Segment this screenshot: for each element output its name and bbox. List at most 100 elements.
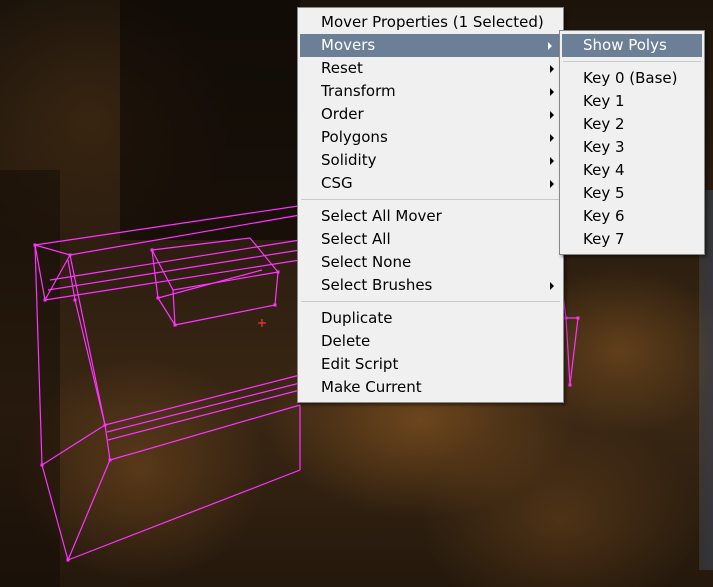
menu-item-label: Show Polys bbox=[583, 36, 667, 54]
menu-separator bbox=[563, 61, 701, 62]
menu-item-label: Mover Properties (1 Selected) bbox=[321, 13, 544, 31]
wireframe-edge bbox=[104, 424, 111, 461]
menu-item-label: Transform bbox=[321, 82, 396, 100]
wireframe-edge bbox=[172, 271, 279, 291]
menu-item-make-current[interactable]: Make Current bbox=[298, 376, 563, 399]
menu-item-duplicate[interactable]: Duplicate bbox=[298, 307, 563, 330]
menu-item-transform[interactable]: Transform bbox=[298, 80, 563, 103]
menu-item-polygons[interactable]: Polygons bbox=[298, 126, 563, 149]
menu-item-movers[interactable]: Movers bbox=[300, 34, 561, 57]
menu-item-csg[interactable]: CSG bbox=[298, 172, 563, 195]
menu-item-label: Select Brushes bbox=[321, 276, 433, 294]
submenu-arrow-icon bbox=[550, 134, 554, 142]
menu-item-label: Key 0 (Base) bbox=[583, 69, 678, 87]
wireframe-edge bbox=[47, 249, 301, 291]
menu-item-label: Polygons bbox=[321, 128, 388, 146]
wireframe-vertex bbox=[173, 323, 177, 327]
menu-item-label: Key 1 bbox=[583, 92, 625, 110]
wireframe-edge bbox=[172, 289, 176, 326]
context-menu: Mover Properties (1 Selected) Movers Rese… bbox=[297, 7, 564, 403]
wireframe-edge bbox=[151, 249, 174, 291]
wireframe-vertex bbox=[564, 316, 568, 320]
wireframe-edge bbox=[34, 244, 71, 256]
wireframe-vertex bbox=[273, 303, 277, 307]
menu-item-label: Make Current bbox=[321, 378, 422, 396]
menu-item-label: Select All bbox=[321, 230, 391, 248]
submenu-arrow-icon bbox=[550, 111, 554, 119]
menu-item-label: Reset bbox=[321, 59, 363, 77]
submenu-arrow-icon bbox=[550, 88, 554, 96]
wireframe-vertex bbox=[108, 458, 112, 462]
wireframe-edge bbox=[565, 317, 571, 386]
menu-item-order[interactable]: Order bbox=[298, 103, 563, 126]
menu-item-label: Key 5 bbox=[583, 184, 625, 202]
wireframe-edge bbox=[49, 239, 301, 281]
menu-item-select-all[interactable]: Select All bbox=[298, 228, 563, 251]
menu-item-label: Order bbox=[321, 105, 364, 123]
wireframe-edge bbox=[67, 469, 301, 561]
wireframe-edge bbox=[157, 297, 176, 326]
menu-item-delete[interactable]: Delete bbox=[298, 330, 563, 353]
submenu-arrow-icon bbox=[550, 282, 554, 290]
key-item-1[interactable]: Key 1 bbox=[560, 90, 704, 113]
wireframe-vertex bbox=[73, 298, 77, 302]
wireframe-edge bbox=[274, 271, 279, 306]
menu-item-edit-script[interactable]: Edit Script bbox=[298, 353, 563, 376]
wireframe-vertex bbox=[43, 298, 47, 302]
wireframe-edge bbox=[106, 382, 301, 433]
key-item-4[interactable]: Key 4 bbox=[560, 159, 704, 182]
wireframe-vertex bbox=[568, 383, 572, 387]
menu-separator bbox=[301, 199, 560, 200]
wireframe-edge bbox=[151, 237, 251, 251]
key-item-3[interactable]: Key 3 bbox=[560, 136, 704, 159]
mover-properties-item[interactable]: Mover Properties (1 Selected) bbox=[298, 11, 563, 34]
wireframe-edge bbox=[104, 374, 301, 426]
menu-item-label: Solidity bbox=[321, 151, 377, 169]
show-polys-item[interactable]: Show Polys bbox=[562, 34, 702, 57]
key-item-5[interactable]: Key 5 bbox=[560, 182, 704, 205]
wireframe-vertex bbox=[156, 296, 160, 300]
menu-item-label: Key 6 bbox=[583, 207, 625, 225]
key-item-2[interactable]: Key 2 bbox=[560, 113, 704, 136]
key-item-6[interactable]: Key 6 bbox=[560, 205, 704, 228]
menu-item-label: Key 3 bbox=[583, 138, 625, 156]
wireframe-edge bbox=[67, 259, 76, 301]
wireframe-vertex bbox=[68, 253, 72, 257]
menu-item-label: Key 7 bbox=[583, 230, 625, 248]
submenu-arrow-icon bbox=[550, 180, 554, 188]
menu-item-select-none[interactable]: Select None bbox=[298, 251, 563, 274]
wireframe-edge bbox=[74, 299, 106, 426]
wireframe-edge bbox=[41, 424, 106, 466]
wireframe-vertex bbox=[66, 558, 70, 562]
menu-item-label: Select None bbox=[321, 253, 412, 271]
wireframe-edge bbox=[34, 204, 306, 246]
menu-item-label: Delete bbox=[321, 332, 371, 350]
menu-item-label: Key 2 bbox=[583, 115, 625, 133]
wireframe-vertex bbox=[276, 270, 280, 274]
movers-submenu: Show Polys Key 0 (Base) Key 1 Key 2 Key 3 Ke… bbox=[559, 30, 705, 255]
wireframe-vertex bbox=[150, 248, 154, 252]
menu-item-label: Movers bbox=[321, 36, 376, 54]
menu-item-label: Select All Mover bbox=[321, 207, 442, 225]
wireframe-edge bbox=[174, 304, 276, 326]
wireframe-edge bbox=[569, 317, 579, 386]
menu-item-label: Duplicate bbox=[321, 309, 393, 327]
wireframe-edge bbox=[69, 254, 106, 426]
wireframe-vertex bbox=[33, 243, 37, 247]
submenu-arrow-icon bbox=[548, 42, 552, 50]
wireframe-vertex bbox=[576, 316, 580, 320]
key-item-7[interactable]: Key 7 bbox=[560, 228, 704, 251]
menu-separator bbox=[301, 301, 560, 302]
menu-item-solidity[interactable]: Solidity bbox=[298, 149, 563, 172]
pivot-icon bbox=[258, 319, 266, 327]
menu-item-label: CSG bbox=[321, 174, 353, 192]
submenu-arrow-icon bbox=[550, 157, 554, 165]
wireframe-vertex bbox=[40, 463, 44, 467]
menu-item-select-brushes[interactable]: Select Brushes bbox=[298, 274, 563, 297]
menu-item-select-all-mover[interactable]: Select All Mover bbox=[298, 205, 563, 228]
key-item-0[interactable]: Key 0 (Base) bbox=[560, 67, 704, 90]
wireframe-edge bbox=[41, 464, 69, 561]
wireframe-vertex bbox=[103, 423, 107, 427]
menu-item-reset[interactable]: Reset bbox=[298, 57, 563, 80]
wireframe-edge bbox=[67, 459, 111, 561]
